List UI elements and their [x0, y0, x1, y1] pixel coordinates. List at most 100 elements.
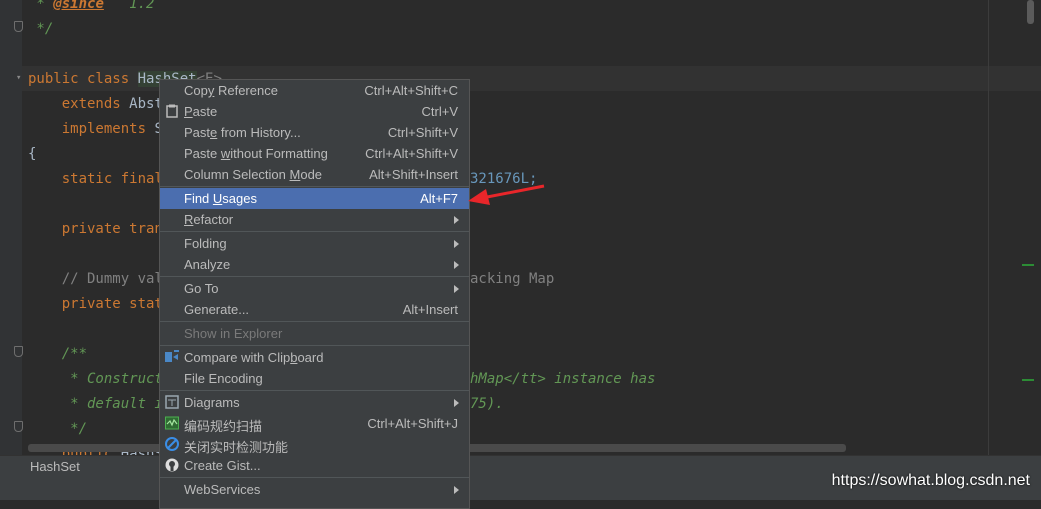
menu-item-refactor[interactable]: Refactor	[160, 209, 469, 230]
menu-item-go-to[interactable]: Go To	[160, 278, 469, 299]
menu-item-label: Paste from History...	[184, 125, 301, 140]
fold-marker-icon[interactable]	[14, 421, 23, 432]
menu-item-file-encoding[interactable]: File Encoding	[160, 368, 469, 389]
menu-item-paste-without-formatting[interactable]: Paste without Formatting Ctrl+Alt+Shift+V	[160, 143, 469, 164]
menu-item-folding[interactable]: Folding	[160, 233, 469, 254]
menu-item-find-usages[interactable]: Find Usages Alt+F7	[160, 188, 469, 209]
compare-icon	[165, 350, 179, 364]
menu-item-label: Show in Explorer	[184, 326, 283, 341]
line-marker-icon: ▾	[16, 73, 22, 83]
menu-item-22[interactable]: 关闭实时检测功能	[160, 434, 469, 455]
menu-item-shortcut: Ctrl+Alt+Shift+C	[364, 83, 458, 98]
submenu-arrow-icon	[454, 261, 459, 269]
file-tab-hashset[interactable]: HashSet	[30, 459, 80, 474]
menu-item-label: Create Gist...	[184, 458, 261, 473]
annotation-arrow	[468, 184, 545, 205]
code-token: * default i	[28, 396, 163, 412]
code-line: static final	[28, 167, 171, 192]
code-token: public class	[28, 71, 138, 87]
menu-item-label: Analyze	[184, 257, 231, 272]
menu-item-paste[interactable]: Paste Ctrl+V	[160, 101, 469, 122]
code-token: // Dummy valu	[28, 271, 172, 287]
code-token: implements	[61, 121, 155, 137]
menu-item-webservices[interactable]: WebServices	[160, 479, 469, 500]
menu-item-label: Paste without Formatting	[184, 146, 328, 161]
menu-item-21[interactable]: 编码规约扫描 Ctrl+Alt+Shift+J	[160, 413, 469, 434]
code-line: * default i	[28, 392, 163, 417]
code-token: * Constructs	[28, 371, 172, 387]
menu-item-shortcut: Ctrl+Alt+Shift+V	[365, 146, 458, 161]
code-token: /**	[28, 346, 88, 362]
menu-item-paste-from-history[interactable]: Paste from History... Ctrl+Shift+V	[160, 122, 469, 143]
submenu-arrow-icon	[454, 486, 459, 494]
fold-marker-icon[interactable]	[14, 21, 23, 32]
menu-item-generate[interactable]: Generate... Alt+Insert	[160, 299, 469, 320]
disable-icon	[165, 437, 179, 451]
code-token: 1.2	[103, 0, 155, 12]
menu-item-shortcut: Ctrl+V	[421, 104, 458, 119]
menu-item-copy-reference[interactable]: Copy Reference Ctrl+Alt+Shift+C	[160, 80, 469, 101]
context-menu: Copy Reference Ctrl+Alt+Shift+C Paste Ctrl+…	[159, 79, 470, 509]
submenu-arrow-icon	[454, 216, 459, 224]
code-token: private trans	[61, 221, 172, 237]
code-line: {	[28, 142, 36, 167]
clipboard-icon	[165, 104, 179, 118]
code-token: private stati	[61, 296, 172, 312]
watermark: https://sowhat.blog.csdn.net	[831, 472, 1030, 489]
code-editor[interactable]: ▾ * @since 1.2 */public class HashSet<E>…	[0, 0, 1041, 455]
menu-item-label: Diagrams	[184, 395, 240, 410]
code-token: *	[28, 0, 54, 12]
code-line: * @since 1.2	[28, 0, 154, 17]
submenu-arrow-icon	[454, 285, 459, 293]
code-line: */	[28, 417, 87, 442]
change-marker	[1022, 379, 1034, 381]
menu-item-label: Paste	[184, 104, 218, 119]
menu-item-create-gist[interactable]: Create Gist...	[160, 455, 469, 476]
editor-gutter: ▾	[0, 0, 23, 455]
menu-item-label: Copy Reference	[184, 83, 278, 98]
menu-item-label: File Encoding	[184, 371, 263, 386]
menu-item-analyze[interactable]: Analyze	[160, 254, 469, 275]
submenu-arrow-icon	[454, 399, 459, 407]
change-marker	[1022, 264, 1034, 266]
menu-item-label: Compare with Clipboard	[184, 350, 324, 365]
code-token: extends	[61, 96, 130, 112]
code-token: static final	[61, 171, 172, 187]
menu-item-compare-with-clipboard[interactable]: Compare with Clipboard	[160, 347, 469, 368]
menu-item-column-selection-mode[interactable]: Column Selection Mode Alt+Shift+Insert	[160, 164, 469, 185]
menu-separator	[160, 345, 469, 346]
code-token: @since	[53, 0, 104, 12]
menu-item-shortcut: Ctrl+Alt+Shift+J	[367, 416, 458, 431]
code-line: /**	[28, 342, 87, 367]
menu-item-label: Go To	[184, 281, 219, 296]
code-line: * Constructs	[28, 367, 171, 392]
code-line: private stati	[28, 292, 172, 317]
code-line: implements Se	[28, 117, 172, 142]
submenu-arrow-icon	[454, 240, 459, 248]
menu-separator	[160, 477, 469, 478]
menu-item-diagrams[interactable]: Diagrams	[160, 392, 469, 413]
vertical-scrollbar-thumb[interactable]	[1027, 0, 1034, 24]
code-fragment: acking Map	[470, 271, 555, 287]
menu-item-label: Find Usages	[184, 191, 257, 206]
menu-item-label: 关闭实时检测功能	[184, 440, 289, 455]
menu-separator	[160, 276, 469, 277]
menu-item-label: Column Selection Mode	[184, 167, 323, 182]
menu-item-label: Refactor	[184, 212, 234, 227]
menu-item-shortcut: Alt+F7	[420, 191, 458, 206]
menu-separator	[160, 186, 469, 187]
menu-item-show-in-explorer: Show in Explorer	[160, 323, 469, 344]
code-token: */	[28, 21, 54, 37]
menu-item-shortcut: Ctrl+Shift+V	[387, 125, 458, 140]
scan-icon	[165, 416, 179, 430]
menu-separator	[160, 321, 469, 322]
github-icon	[165, 458, 179, 472]
menu-item-label: Generate...	[184, 302, 250, 317]
menu-item-label: WebServices	[184, 482, 261, 497]
fold-marker-icon[interactable]	[14, 346, 23, 357]
